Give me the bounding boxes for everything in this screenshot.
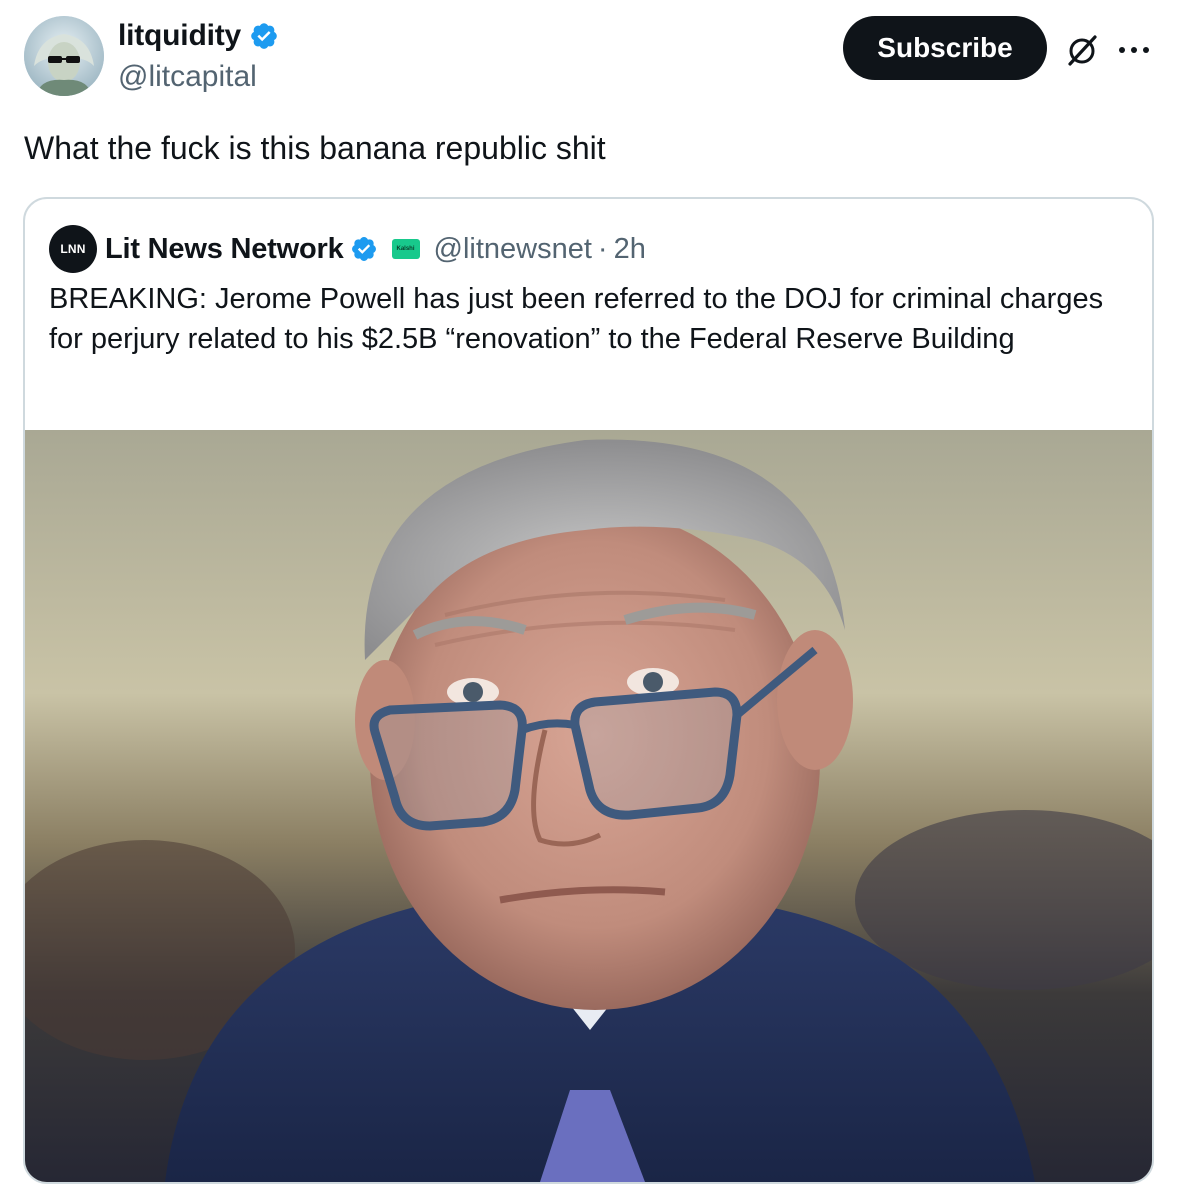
more-icon[interactable] <box>1112 28 1156 72</box>
sunglasses-portrait-avatar-icon <box>24 16 104 96</box>
author-name-row[interactable]: litquidity <box>118 18 279 54</box>
author-handle[interactable]: @litcapital <box>118 60 257 94</box>
quoted-author-handle: @litnewsnet <box>433 232 592 265</box>
quoted-verified-badge-icon <box>350 235 378 263</box>
quoted-timestamp[interactable]: 2h <box>614 233 646 266</box>
quoted-author-avatar[interactable]: LNN <box>49 225 97 273</box>
quoted-author-name[interactable]: Lit News Network <box>105 233 344 266</box>
quoted-tweet-header: LNN Lit News Network Kalshi @litnewsnet … <box>49 225 646 273</box>
verified-badge-icon[interactable] <box>249 21 279 51</box>
photo-man-with-blue-glasses-navy-suit-icon <box>25 430 1152 1182</box>
author-avatar[interactable] <box>24 16 104 96</box>
quoted-tweet-photo[interactable] <box>25 430 1152 1182</box>
tweet-text: What the fuck is this banana republic sh… <box>24 130 606 166</box>
quoted-tweet-card[interactable]: LNN Lit News Network Kalshi @litnewsnet … <box>23 197 1154 1184</box>
quoted-tweet-text: BREAKING: Jerome Powell has just been re… <box>49 283 1104 355</box>
author-name[interactable]: litquidity <box>118 19 241 53</box>
affiliate-badge: Kalshi <box>391 239 420 259</box>
grok-icon[interactable] <box>1060 28 1104 72</box>
separator-dot: · <box>597 232 608 265</box>
subscribe-button[interactable]: Subscribe <box>843 16 1047 80</box>
